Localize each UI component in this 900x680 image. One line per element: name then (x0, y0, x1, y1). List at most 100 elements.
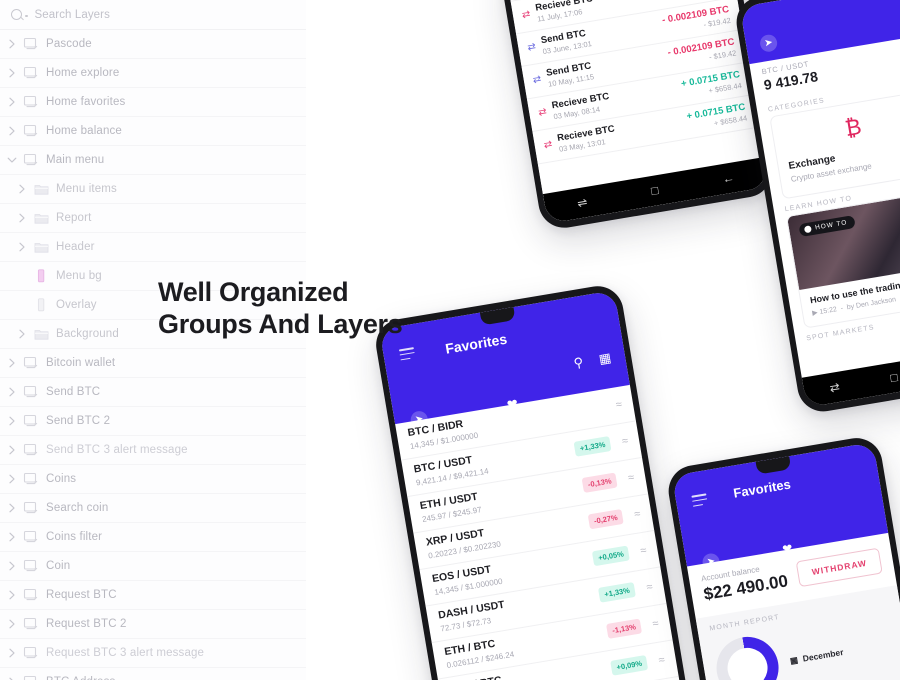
layer-label: Coins filter (46, 531, 103, 543)
chevron-right-icon[interactable] (4, 384, 20, 400)
phone-notch (755, 456, 792, 475)
group-icon (20, 383, 42, 401)
change-badge: +0,05% (592, 545, 630, 567)
howto-dot-icon (803, 225, 812, 234)
change-badge: -0,13% (581, 472, 618, 493)
layer-row-home-explore[interactable]: Home explore (0, 59, 306, 88)
chevron-right-icon[interactable] (4, 645, 20, 661)
chevron-right-icon[interactable] (4, 471, 20, 487)
withdraw-button[interactable]: WITHDRAW (795, 547, 883, 587)
chevron-right-icon[interactable] (4, 674, 20, 680)
grid-icon[interactable]: ▦ (600, 404, 622, 424)
layer-row-request-btc[interactable]: Request BTC (0, 581, 306, 610)
chevron-right-icon[interactable] (4, 65, 20, 81)
phone-notch (479, 307, 516, 326)
layer-label: Main menu (46, 154, 105, 166)
chevron-right-icon[interactable] (14, 210, 30, 226)
sparkline-icon: ≈ (645, 580, 654, 594)
sparkline-icon: ≈ (627, 471, 636, 484)
layer-row-send-btc[interactable]: Send BTC (0, 378, 306, 407)
change-badge: +1,33% (573, 436, 612, 457)
chevron-right-icon[interactable] (4, 500, 20, 516)
search-layers-row[interactable] (0, 0, 306, 30)
chevron-down-icon (25, 14, 28, 18)
video-duration: 15:22 (819, 306, 838, 316)
chevron-right-icon[interactable] (4, 529, 20, 545)
layer-row-send-btc-3-alert-message[interactable]: Send BTC 3 alert message (0, 436, 306, 465)
group-icon (20, 586, 42, 604)
explore-screen: ➤ BTC / USDT 9 419.78 CATEGORIES ₿ Excha… (739, 0, 900, 408)
search-input[interactable] (34, 8, 235, 21)
group-icon (20, 644, 42, 662)
phone-mockup-explore: ➤ BTC / USDT 9 419.78 CATEGORIES ₿ Excha… (732, 0, 900, 416)
compass-icon[interactable]: ➤ (758, 33, 779, 53)
hamburger-icon[interactable] (691, 493, 708, 510)
group-icon (20, 412, 42, 430)
layer-row-home-balance[interactable]: Home balance (0, 117, 306, 146)
layer-row-coins[interactable]: Coins (0, 465, 306, 494)
group-icon (20, 557, 42, 575)
phone-mockup-balance: Favorites ➤ Account balance $22 490.00 W… (664, 434, 900, 680)
recents-icon[interactable]: ⇌ (576, 195, 588, 210)
chevron-right-icon[interactable] (4, 123, 20, 139)
chevron-right-icon[interactable] (4, 36, 20, 52)
change-badge: -1,13% (606, 618, 643, 639)
folder-icon (30, 180, 52, 198)
chevron-right-icon[interactable] (14, 239, 30, 255)
group-icon (20, 528, 42, 546)
page-title: Well Organized Groups And Layers (158, 276, 458, 340)
chevron-right-icon[interactable] (4, 616, 20, 632)
transfer-in-icon: ⇄ (521, 8, 532, 21)
layer-label: Pascode (46, 38, 92, 50)
home-icon[interactable]: □ (889, 370, 898, 385)
month-selector[interactable]: ▦ December (789, 646, 844, 666)
chevron-down-icon[interactable] (4, 152, 20, 168)
layer-label: Send BTC 2 (46, 415, 111, 427)
chevron-right-icon[interactable] (4, 558, 20, 574)
layer-label: Home favorites (46, 96, 126, 108)
bitcoin-exchange-icon: ₿ (843, 113, 864, 142)
heart-icon[interactable]: ❤ (781, 541, 793, 556)
chevron-right-icon[interactable] (4, 355, 20, 371)
layer-row-main-menu[interactable]: Main menu (0, 146, 306, 175)
back-icon[interactable]: ← (721, 170, 735, 186)
layer-label: Report (56, 212, 92, 224)
layer-row-home-favorites[interactable]: Home favorites (0, 88, 306, 117)
page-title: Favorites (732, 476, 792, 501)
calendar-icon: ▦ (789, 654, 799, 666)
search-icon[interactable]: ⚲ (572, 354, 584, 371)
layer-label: Overlay (56, 299, 97, 311)
layer-row-bitcoin-wallet[interactable]: Bitcoin wallet (0, 349, 306, 378)
layer-row-send-btc-2[interactable]: Send BTC 2 (0, 407, 306, 436)
layer-row-pascode[interactable]: Pascode (0, 30, 306, 59)
qr-code-icon[interactable]: ▦ (598, 350, 613, 368)
hamburger-icon[interactable] (398, 347, 416, 364)
layer-row-report[interactable]: Report (0, 204, 306, 233)
sparkline-icon: ≈ (639, 544, 648, 557)
android-navigation-bar: ⇄ □ ← (801, 347, 900, 408)
recents-icon[interactable]: ⇄ (829, 380, 841, 395)
layer-row-request-btc-3-alert-message[interactable]: Request BTC 3 alert message (0, 639, 306, 668)
layer-row-search-coin[interactable]: Search coin (0, 494, 306, 523)
layer-row-menu-items[interactable]: Menu items (0, 175, 306, 204)
layer-label: Header (56, 241, 95, 253)
chevron-right-icon[interactable] (4, 587, 20, 603)
layer-row-btc-address[interactable]: BTC Address (0, 668, 306, 680)
screenshot-root: ⇄ Send BTC 11 July, 17:05 - 0.043010 BTC… (0, 0, 900, 680)
folder-icon (30, 325, 52, 343)
layer-row-header[interactable]: Header (0, 233, 306, 262)
chevron-right-icon[interactable] (4, 94, 20, 110)
layer-row-coin[interactable]: Coin (0, 552, 306, 581)
chevron-right-icon[interactable] (14, 326, 30, 342)
layer-label: Coins (46, 473, 77, 485)
layer-row-coins-filter[interactable]: Coins filter (0, 523, 306, 552)
chevron-right-icon[interactable] (14, 181, 30, 197)
chevron-right-icon[interactable] (4, 413, 20, 429)
heart-icon[interactable]: ❤ (506, 396, 519, 414)
home-icon[interactable]: □ (650, 183, 659, 198)
layer-row-request-btc-2[interactable]: Request BTC 2 (0, 610, 306, 639)
group-icon (20, 673, 42, 680)
group-icon (20, 64, 42, 82)
rect-gray-icon (30, 296, 52, 314)
chevron-right-icon[interactable] (4, 442, 20, 458)
